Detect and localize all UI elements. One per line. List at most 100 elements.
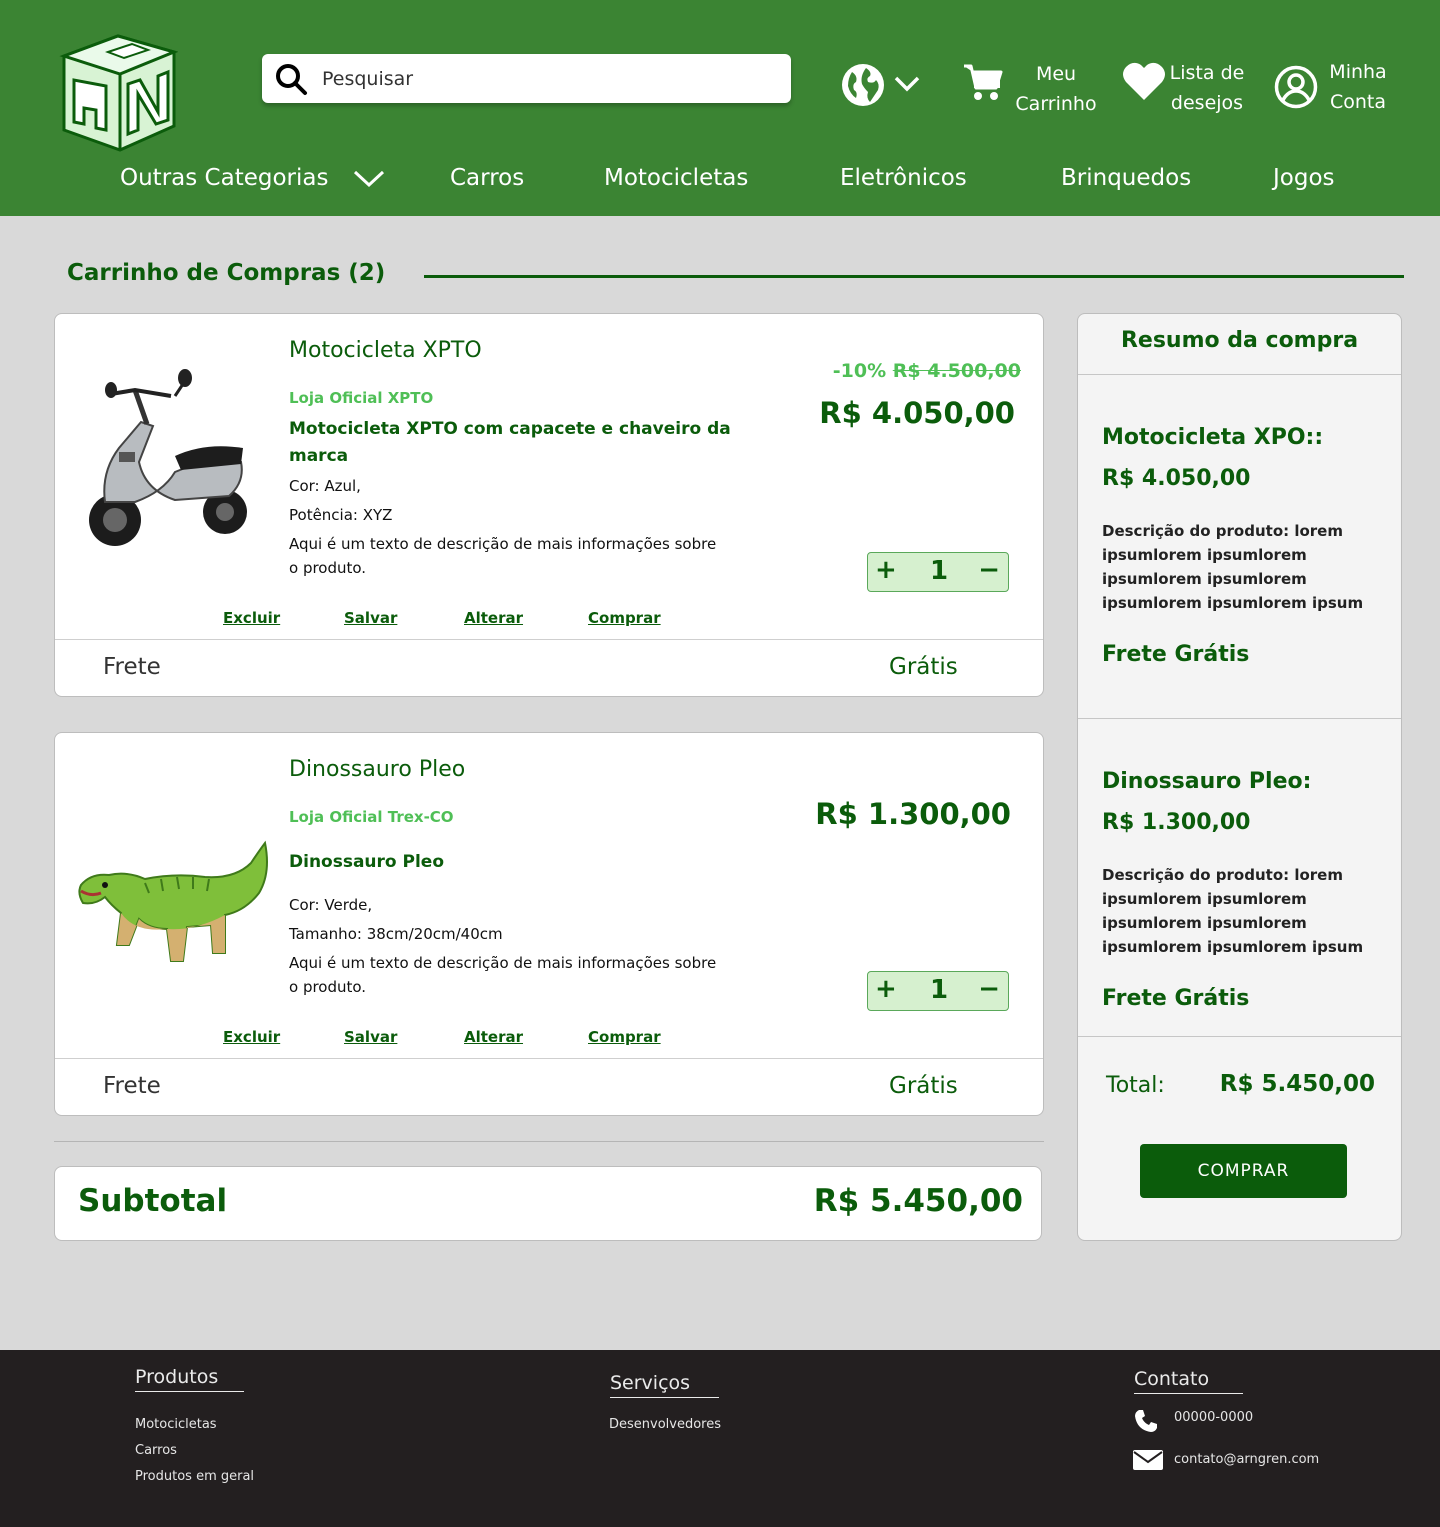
total-value: R$ 5.450,00 [1219, 1071, 1375, 1097]
footer-link-motorcycles[interactable]: Motocicletas [135, 1417, 217, 1432]
summary-item-shipping: Frete Grátis [1102, 986, 1250, 1011]
product-store[interactable]: Loja Oficial Trex-CO [289, 808, 454, 826]
footer-underline [610, 1397, 719, 1398]
logo-cube-icon[interactable] [58, 34, 178, 152]
order-summary: Resumo da compra Motocicleta XPO:: R$ 4.… [1077, 313, 1402, 1241]
chevron-down-icon[interactable] [352, 167, 386, 189]
nav-jogos[interactable]: Jogos [1273, 160, 1335, 196]
product-color: Cor: Azul, [289, 477, 361, 495]
original-price: R$ 4.500,00 [892, 360, 1021, 382]
motorcycle-image [89, 369, 247, 546]
user-icon[interactable] [1274, 65, 1318, 109]
quantity-stepper: + 1 − [867, 552, 1009, 592]
cart-item-motorcycle: Motocicleta XPTO Loja Oficial XPTO Motoc… [54, 313, 1044, 697]
my-cart-line1: Meu [1035, 63, 1077, 85]
footer-contact-title: Contato [1134, 1368, 1210, 1390]
cart-item-dinosaur: Dinossauro Pleo Loja Oficial Trex-CO Din… [54, 732, 1044, 1116]
buy-button[interactable]: COMPRAR [1140, 1144, 1347, 1198]
card-divider [55, 1058, 1043, 1059]
change-link[interactable]: Alterar [464, 609, 523, 627]
phone-icon [1135, 1410, 1157, 1432]
my-account-line2: Conta [1329, 91, 1387, 113]
mail-icon [1133, 1450, 1163, 1470]
my-cart-link[interactable]: Meu Carrinho [1004, 59, 1108, 119]
decrease-quantity-button[interactable]: − [978, 974, 1000, 1004]
nav-carros[interactable]: Carros [450, 160, 524, 196]
footer-products-title: Produtos [135, 1366, 219, 1388]
product-description-title: Dinossauro Pleo [289, 852, 445, 872]
product-power: Potência: XYZ [289, 506, 393, 524]
delete-link[interactable]: Excluir [223, 1028, 280, 1046]
title-divider [424, 275, 1404, 278]
contact-phone[interactable]: 00000-0000 [1174, 1410, 1253, 1425]
dinosaur-image [78, 840, 268, 962]
old-price: -10% R$ 4.500,00 [833, 360, 1021, 382]
quantity-stepper: + 1 − [867, 971, 1009, 1011]
summary-item-description: Descrição do produto: lorem ipsumlorem i… [1102, 866, 1364, 956]
my-account-line1: Minha [1329, 61, 1387, 83]
product-description-title: Motocicleta XPTO com capacete e chaveiro… [289, 419, 731, 466]
subtotal-value: R$ 5.450,00 [813, 1183, 1023, 1219]
summary-title: Resumo da compra [1120, 328, 1359, 353]
discount-badge: -10% [832, 360, 887, 382]
footer-link-cars[interactable]: Carros [135, 1443, 177, 1458]
product-price: R$ 1.300,00 [815, 797, 1011, 831]
my-cart-line2: Carrinho [1015, 93, 1097, 115]
footer-underline [135, 1391, 244, 1392]
footer-link-developers[interactable]: Desenvolvedores [609, 1417, 721, 1432]
change-link[interactable]: Alterar [464, 1028, 523, 1046]
cart-icon[interactable] [962, 62, 1004, 102]
shipping-label: Frete [103, 1073, 161, 1099]
delete-link[interactable]: Excluir [223, 609, 280, 627]
summary-item-price: R$ 4.050,00 [1102, 466, 1251, 491]
summary-item-name: Dinossauro Pleo: [1102, 769, 1312, 794]
nav-other-categories[interactable]: Outras Categorias [120, 160, 328, 196]
save-link[interactable]: Salvar [344, 609, 397, 627]
product-color: Cor: Verde, [289, 896, 373, 914]
summary-item-description: Descrição do produto: lorem ipsumlorem i… [1102, 522, 1364, 612]
total-label: Total: [1106, 1073, 1165, 1098]
shipping-value: Grátis [889, 654, 958, 680]
summary-divider [1078, 374, 1401, 375]
footer-services-title: Serviços [610, 1372, 691, 1394]
footer-link-general-products[interactable]: Produtos em geral [135, 1469, 254, 1484]
buy-link[interactable]: Comprar [588, 609, 661, 627]
contact-email[interactable]: contato@arngren.com [1174, 1452, 1319, 1467]
summary-divider [1078, 718, 1401, 719]
nav-eletronicos[interactable]: Eletrônicos [840, 160, 967, 196]
search-icon[interactable] [274, 62, 308, 96]
product-more-info: Aqui é um texto de descrição de mais inf… [289, 535, 717, 577]
wishlist-line2: desejos [1170, 92, 1244, 114]
summary-item-price: R$ 1.300,00 [1102, 810, 1251, 835]
product-name[interactable]: Motocicleta XPTO [289, 338, 482, 363]
search-input[interactable] [322, 63, 772, 95]
summary-item-name: Motocicleta XPO:: [1102, 425, 1324, 450]
card-divider [55, 639, 1043, 640]
wishlist-link[interactable]: Lista de desejos [1160, 58, 1254, 118]
summary-divider [1078, 1036, 1401, 1037]
subtotal-divider [54, 1141, 1044, 1142]
chevron-down-icon[interactable] [892, 72, 922, 94]
subtotal-box: Subtotal R$ 5.450,00 [54, 1166, 1042, 1241]
globe-icon[interactable] [840, 62, 886, 108]
product-name[interactable]: Dinossauro Pleo [289, 757, 465, 782]
footer-underline [1134, 1393, 1243, 1394]
site-header: Meu Carrinho Lista de desejos Minha Cont… [0, 0, 1440, 216]
summary-item-shipping: Frete Grátis [1102, 642, 1250, 667]
my-account-link[interactable]: Minha Conta [1320, 57, 1396, 117]
product-price: R$ 4.050,00 [819, 396, 1015, 430]
page-title: Carrinho de Compras (2) [67, 260, 386, 286]
buy-link[interactable]: Comprar [588, 1028, 661, 1046]
search-bar [262, 54, 791, 103]
decrease-quantity-button[interactable]: − [978, 555, 1000, 585]
product-store[interactable]: Loja Oficial XPTO [289, 389, 433, 407]
site-footer: Produtos Motocicletas Carros Produtos em… [0, 1350, 1440, 1527]
wishlist-line1: Lista de [1169, 62, 1245, 84]
nav-motocicletas[interactable]: Motocicletas [604, 160, 748, 196]
product-more-info: Aqui é um texto de descrição de mais inf… [289, 954, 717, 996]
subtotal-label: Subtotal [78, 1183, 228, 1219]
nav-brinquedos[interactable]: Brinquedos [1061, 160, 1191, 196]
shipping-value: Grátis [889, 1073, 958, 1099]
save-link[interactable]: Salvar [344, 1028, 397, 1046]
product-size: Tamanho: 38cm/20cm/40cm [289, 925, 503, 943]
